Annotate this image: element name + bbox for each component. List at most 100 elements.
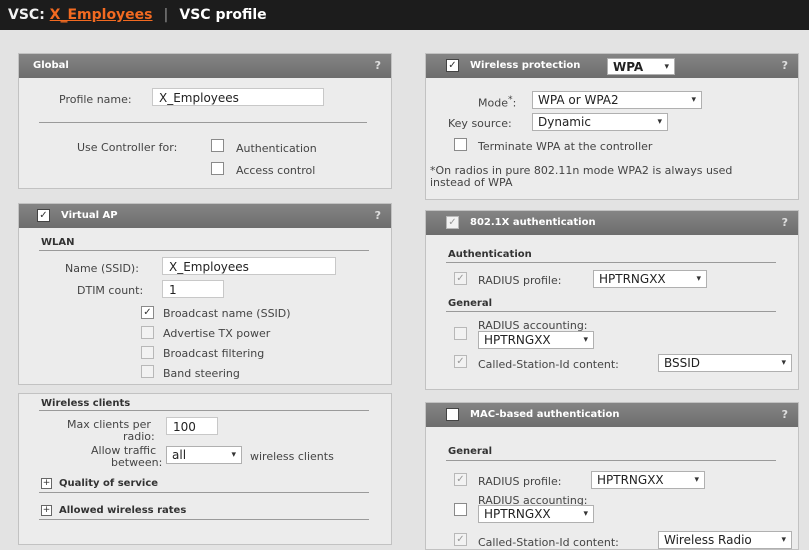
wireless-protection-checkbox[interactable]: ✓	[446, 59, 459, 72]
title-separator: |	[163, 7, 169, 23]
authentication-checkbox[interactable]	[211, 139, 224, 152]
virtual-ap-checkbox[interactable]: ✓	[37, 209, 50, 222]
radius-profile-label: RADIUS profile:	[478, 475, 562, 488]
expand-icon[interactable]: +	[41, 478, 52, 489]
broadcast-name-checkbox[interactable]: ✓	[141, 306, 154, 319]
wireless-clients-suffix: wireless clients	[250, 450, 334, 463]
chevron-down-icon: ▾	[664, 62, 669, 72]
mac-auth-header: MAC-based authentication ?	[426, 403, 798, 427]
band-steering-label: Band steering	[163, 367, 240, 380]
access-control-label: Access control	[236, 164, 316, 177]
general-section-label: General	[448, 446, 492, 457]
divider	[446, 262, 776, 263]
called-station-checkbox[interactable]: ✓	[454, 533, 467, 546]
allow-traffic-select[interactable]: all ▾	[166, 446, 242, 464]
access-control-checkbox[interactable]	[211, 162, 224, 175]
help-icon[interactable]: ?	[782, 408, 788, 421]
dot1x-panel: ✓ 802.1X authentication ? Authentication…	[425, 210, 799, 390]
chevron-down-icon: ▾	[694, 475, 699, 485]
ssid-input[interactable]: X_Employees	[162, 257, 336, 275]
called-station-value: BSSID	[664, 356, 701, 370]
mode-label: Mode*:	[478, 94, 516, 110]
dtim-label: DTIM count:	[77, 284, 144, 297]
called-station-select[interactable]: BSSID ▾	[658, 354, 792, 372]
dot1x-checkbox[interactable]: ✓	[446, 216, 459, 229]
key-source-select[interactable]: Dynamic ▾	[532, 113, 668, 131]
divider	[39, 250, 369, 251]
called-station-label: Called-Station-Id content:	[478, 536, 619, 549]
advertise-tx-checkbox[interactable]	[141, 326, 154, 339]
called-station-select[interactable]: Wireless Radio ▾	[658, 531, 792, 549]
quality-of-service-link[interactable]: Quality of service	[59, 478, 158, 489]
global-panel-header: Global ?	[19, 54, 391, 78]
profile-name-input[interactable]: X_Employees	[152, 88, 324, 106]
divider	[39, 492, 369, 493]
radius-accounting-value: HPTRNGXX	[484, 333, 551, 347]
called-station-checkbox[interactable]: ✓	[454, 355, 467, 368]
mac-auth-title: MAC-based authentication	[470, 409, 620, 420]
broadcast-filtering-checkbox[interactable]	[141, 346, 154, 359]
dtim-input[interactable]: 1	[162, 280, 224, 298]
protection-type-select[interactable]: WPA ▾	[607, 58, 675, 75]
allowed-rates-link[interactable]: Allowed wireless rates	[59, 505, 186, 516]
radius-accounting-checkbox[interactable]	[454, 503, 467, 516]
broadcast-filtering-label: Broadcast filtering	[163, 347, 265, 360]
allow-traffic-value: all	[172, 448, 187, 462]
allow-traffic-label-2: between:	[111, 456, 163, 469]
help-icon[interactable]: ?	[782, 216, 788, 229]
wireless-clients-panel: Wireless clients Max clients per radio: …	[18, 393, 392, 545]
radius-profile-checkbox[interactable]: ✓	[454, 473, 467, 486]
max-clients-input[interactable]: 100	[166, 417, 218, 435]
radius-profile-select[interactable]: HPTRNGXX ▾	[593, 270, 707, 288]
terminate-wpa-label: Terminate WPA at the controller	[478, 140, 653, 153]
max-clients-label-2: radio:	[123, 430, 155, 443]
global-panel-title: Global	[33, 60, 69, 71]
wpa-note-line-2: instead of WPA	[430, 176, 513, 189]
mode-label-text: Mode	[478, 96, 508, 110]
dot1x-header: ✓ 802.1X authentication ?	[426, 211, 798, 235]
profile-name-label: Profile name:	[59, 93, 132, 106]
key-source-label: Key source:	[448, 117, 512, 130]
radius-profile-checkbox[interactable]: ✓	[454, 272, 467, 285]
divider	[39, 519, 369, 520]
chevron-down-icon: ▾	[657, 117, 662, 127]
help-icon[interactable]: ?	[375, 59, 381, 72]
wireless-protection-header: ✓ Wireless protection WPA ▾ ?	[426, 54, 798, 78]
radius-accounting-select[interactable]: HPTRNGXX ▾	[478, 505, 594, 523]
help-icon[interactable]: ?	[375, 209, 381, 222]
radius-profile-value: HPTRNGXX	[597, 473, 664, 487]
use-controller-label: Use Controller for:	[77, 141, 178, 154]
help-icon[interactable]: ?	[782, 59, 788, 72]
advertise-tx-label: Advertise TX power	[163, 327, 271, 340]
chevron-down-icon: ▾	[231, 450, 236, 460]
mac-auth-checkbox[interactable]	[446, 408, 459, 421]
wireless-protection-panel: ✓ Wireless protection WPA ▾ ? Mode*: WPA…	[425, 53, 799, 200]
chevron-down-icon: ▾	[781, 358, 786, 368]
mac-auth-panel: MAC-based authentication ? General ✓ RAD…	[425, 402, 799, 550]
band-steering-checkbox[interactable]	[141, 365, 154, 378]
radius-profile-value: HPTRNGXX	[599, 272, 666, 286]
chevron-down-icon: ▾	[583, 509, 588, 519]
divider	[446, 460, 776, 461]
wireless-clients-title: Wireless clients	[41, 398, 131, 409]
mode-value: WPA or WPA2	[538, 93, 619, 107]
vsc-name-link[interactable]: X_Employees	[50, 7, 153, 23]
ssid-label: Name (SSID):	[65, 262, 139, 275]
chevron-down-icon: ▾	[583, 335, 588, 345]
radius-accounting-select[interactable]: HPTRNGXX ▾	[478, 331, 594, 349]
global-panel: Global ? Profile name: X_Employees Use C…	[18, 53, 392, 189]
radius-profile-select[interactable]: HPTRNGXX ▾	[591, 471, 705, 489]
chevron-down-icon: ▾	[781, 535, 786, 545]
divider	[39, 122, 367, 123]
virtual-ap-title: Virtual AP	[61, 210, 118, 221]
authentication-label: Authentication	[236, 142, 317, 155]
wireless-protection-title: Wireless protection	[470, 60, 581, 71]
title-prefix: VSC:	[8, 7, 45, 23]
terminate-wpa-checkbox[interactable]	[454, 138, 467, 151]
mode-label-colon: :	[512, 96, 517, 110]
chevron-down-icon: ▾	[696, 274, 701, 284]
mode-select[interactable]: WPA or WPA2 ▾	[532, 91, 702, 109]
radius-accounting-checkbox[interactable]	[454, 327, 467, 340]
wlan-section-label: WLAN	[41, 237, 75, 248]
expand-icon[interactable]: +	[41, 505, 52, 516]
